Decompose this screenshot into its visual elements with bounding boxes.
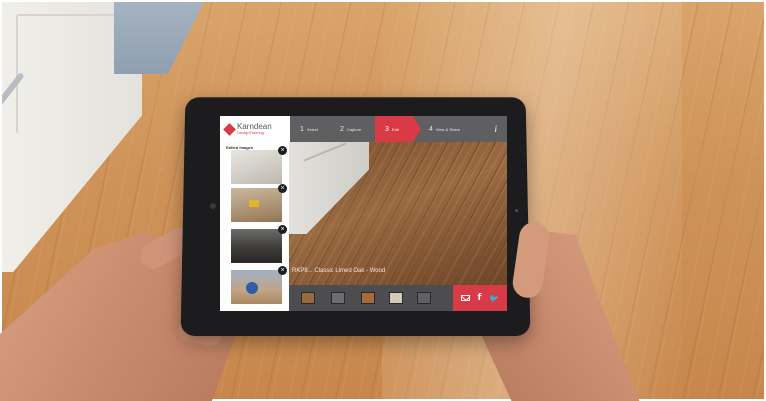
share-bar: f 🐦 bbox=[453, 285, 507, 311]
step-edit[interactable]: 3 Edit bbox=[375, 116, 421, 142]
thumbnail-object bbox=[249, 200, 259, 207]
brand-logo[interactable]: Karndean DesignFlooring bbox=[220, 116, 290, 142]
floor-swatch[interactable] bbox=[301, 292, 315, 304]
step-number: 4 bbox=[429, 125, 433, 133]
thumbnail-object bbox=[246, 282, 258, 294]
close-icon[interactable]: × bbox=[278, 266, 287, 275]
close-icon[interactable]: × bbox=[278, 225, 287, 234]
cabinet-panel bbox=[16, 14, 116, 134]
step-select[interactable]: 1 Select bbox=[290, 116, 330, 142]
edited-image-thumbnail[interactable]: × bbox=[231, 146, 287, 184]
floor-swatch[interactable] bbox=[389, 292, 403, 304]
wall-corner bbox=[114, 2, 204, 74]
step-label: View & Share bbox=[435, 126, 461, 132]
step-label: Select bbox=[306, 126, 319, 132]
floor-swatch[interactable] bbox=[361, 292, 375, 304]
floor-product-name: RKP8... Classic Limed Oak - Wood bbox=[292, 268, 386, 274]
info-icon[interactable]: i bbox=[475, 116, 507, 142]
tablet-sensor bbox=[515, 209, 518, 212]
edited-images-sidebar: Edited Images × × × × bbox=[220, 142, 289, 311]
mail-icon[interactable] bbox=[460, 295, 470, 301]
karndean-logo-icon bbox=[223, 122, 236, 136]
step-capture[interactable]: 2 Capture bbox=[330, 116, 375, 142]
floor-swatch[interactable] bbox=[331, 292, 345, 304]
app-screen: Karndean DesignFlooring 1 Select 2 Captu… bbox=[220, 116, 507, 311]
tablet-camera bbox=[210, 203, 216, 209]
brand-subtitle: DesignFlooring bbox=[237, 130, 264, 135]
step-view-share[interactable]: 4 View & Share bbox=[413, 116, 475, 142]
twitter-icon[interactable]: 🐦 bbox=[489, 294, 499, 303]
step-number: 1 bbox=[300, 125, 304, 133]
close-icon[interactable]: × bbox=[278, 146, 287, 155]
floor-swatch[interactable] bbox=[417, 292, 431, 304]
swatch-toolbar: f 🐦 bbox=[289, 285, 507, 311]
facebook-icon[interactable]: f bbox=[478, 293, 482, 303]
step-label: Capture bbox=[346, 126, 362, 132]
step-label: Edit bbox=[391, 126, 399, 132]
edited-image-thumbnail[interactable]: × bbox=[231, 266, 287, 304]
edited-image-thumbnail[interactable]: × bbox=[231, 184, 287, 222]
edited-image-thumbnail[interactable]: × bbox=[231, 225, 287, 263]
app-header: Karndean DesignFlooring 1 Select 2 Captu… bbox=[220, 116, 507, 142]
close-icon[interactable]: × bbox=[278, 184, 287, 193]
step-number: 2 bbox=[340, 125, 344, 133]
step-number: 3 bbox=[385, 125, 389, 133]
